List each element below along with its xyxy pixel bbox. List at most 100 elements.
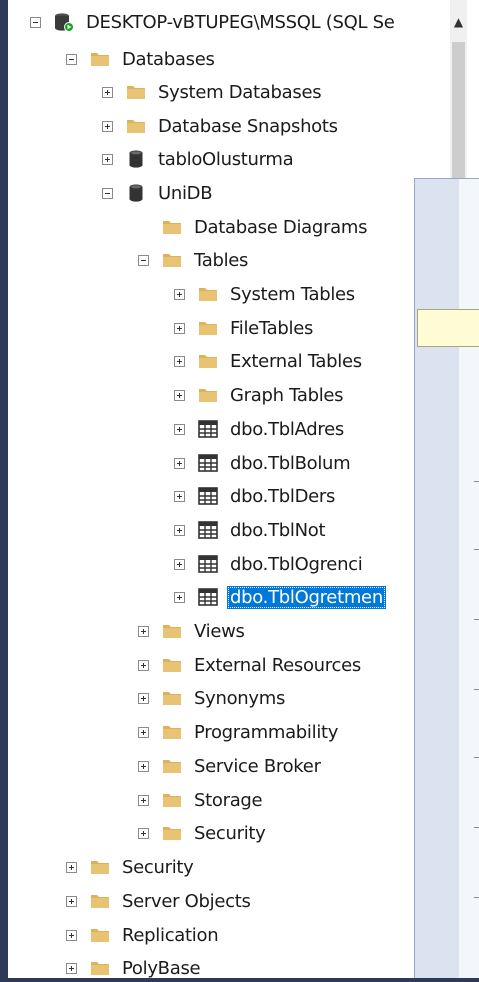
collapse-toggle[interactable] [66, 53, 77, 65]
tree-node-tablo-olusturma[interactable]: tabloOlusturma [102, 142, 296, 176]
expand-toggle[interactable] [174, 490, 185, 502]
tree-node-database-diagrams[interactable]: Database Diagrams [138, 210, 370, 244]
tree-node-file-tables[interactable]: FileTables [174, 311, 316, 345]
expand-toggle[interactable] [174, 355, 185, 367]
tree-node-tbl-ders[interactable]: dbo.TblDers [174, 479, 338, 513]
tree-node-polybase[interactable]: PolyBase [66, 951, 203, 978]
node-label: dbo.TblOgrenci [230, 553, 363, 575]
tree-node-storage[interactable]: Storage [138, 783, 265, 817]
expand-toggle[interactable] [138, 794, 149, 806]
node-label: Service Broker [194, 755, 321, 777]
tree-node-tbl-ogretmen[interactable]: dbo.TblOgretmen [174, 580, 386, 614]
tree-node-database-snapshots[interactable]: Database Snapshots [102, 109, 341, 143]
folder-icon [161, 790, 183, 810]
expand-toggle[interactable] [174, 423, 185, 435]
tree-node-views[interactable]: Views [138, 614, 248, 648]
collapse-toggle[interactable] [102, 187, 113, 199]
tree-node-graph-tables[interactable]: Graph Tables [174, 378, 346, 412]
node-label: Synonyms [194, 687, 286, 709]
expand-toggle[interactable] [138, 659, 149, 671]
node-label: Server Objects [122, 890, 251, 912]
ruler-tick [474, 481, 479, 482]
folder-icon [161, 823, 183, 843]
tree-node-tbl-adres[interactable]: dbo.TblAdres [174, 412, 347, 446]
scroll-up-arrow-icon[interactable]: ▲ [450, 12, 467, 32]
node-label: System Databases [158, 81, 322, 103]
expand-toggle[interactable] [174, 322, 185, 334]
folder-icon [161, 621, 183, 641]
tree-node-synonyms[interactable]: Synonyms [138, 681, 288, 715]
node-label: dbo.TblBolum [230, 452, 351, 474]
expand-toggle[interactable] [102, 86, 113, 98]
tree-node-server[interactable]: DESKTOP-vBTUPEG\MSSQL (SQL Se [30, 5, 398, 39]
tree-node-tables[interactable]: Tables [138, 243, 251, 277]
expand-toggle[interactable] [138, 692, 149, 704]
tree-node-external-resources[interactable]: External Resources [138, 648, 364, 682]
table-icon [197, 486, 219, 506]
node-label: dbo.TblNot [230, 519, 326, 541]
overlapping-document-panel [414, 178, 479, 979]
folder-icon [89, 49, 111, 69]
ruler-tick [474, 757, 479, 758]
collapse-toggle[interactable] [30, 16, 41, 28]
folder-icon [89, 857, 111, 877]
expand-toggle[interactable] [66, 962, 77, 974]
expand-toggle[interactable] [138, 726, 149, 738]
expand-toggle[interactable] [102, 153, 113, 165]
folder-icon [161, 250, 183, 270]
node-label: Tables [194, 249, 249, 271]
tree-node-external-tables[interactable]: External Tables [174, 344, 365, 378]
node-label: dbo.TblAdres [230, 418, 344, 440]
tree-node-db-security[interactable]: Security [138, 816, 269, 850]
collapse-toggle[interactable] [138, 254, 149, 266]
expand-toggle[interactable] [66, 929, 77, 941]
folder-icon [197, 351, 219, 371]
folder-icon [125, 82, 147, 102]
node-label: UniDB [158, 182, 213, 204]
object-explorer-tree[interactable]: DESKTOP-vBTUPEG\MSSQL (SQL Se Databases … [8, 0, 450, 978]
tree-node-unidb[interactable]: UniDB [102, 176, 215, 210]
folder-icon [197, 284, 219, 304]
tree-node-tbl-ogrenci[interactable]: dbo.TblOgrenci [174, 547, 365, 581]
expand-toggle[interactable] [102, 120, 113, 132]
node-label: Replication [122, 924, 219, 946]
ruler-tick [474, 827, 479, 828]
tree-node-tbl-not[interactable]: dbo.TblNot [174, 513, 328, 547]
folder-icon [197, 318, 219, 338]
node-label: Graph Tables [230, 384, 344, 406]
expand-toggle[interactable] [174, 591, 185, 603]
node-label: Security [194, 822, 266, 844]
tree-node-system-tables[interactable]: System Tables [174, 277, 358, 311]
node-label: tabloOlusturma [158, 148, 294, 170]
tree-node-security[interactable]: Security [66, 850, 197, 884]
expand-toggle[interactable] [174, 524, 185, 536]
database-icon [125, 183, 147, 203]
tree-node-databases[interactable]: Databases [66, 42, 218, 76]
expand-toggle[interactable] [138, 625, 149, 637]
expand-toggle[interactable] [138, 760, 149, 772]
tree-node-tbl-bolum[interactable]: dbo.TblBolum [174, 446, 353, 480]
window-frame-left [0, 0, 8, 982]
tree-node-service-broker[interactable]: Service Broker [138, 749, 324, 783]
expand-toggle[interactable] [174, 558, 185, 570]
expand-toggle[interactable] [174, 389, 185, 401]
folder-icon [89, 891, 111, 911]
tooltip-box [417, 309, 479, 347]
expand-toggle[interactable] [66, 861, 77, 873]
node-label: Database Diagrams [194, 216, 368, 238]
expand-toggle[interactable] [138, 827, 149, 839]
server-connected-icon [53, 12, 75, 32]
panel-margin-strip [415, 179, 459, 979]
tree-node-system-databases[interactable]: System Databases [102, 75, 324, 109]
node-label: External Resources [194, 654, 361, 676]
ruler-tick [474, 549, 479, 550]
node-label: Storage [194, 789, 263, 811]
tree-node-replication[interactable]: Replication [66, 918, 221, 952]
expand-toggle[interactable] [66, 895, 77, 907]
expand-toggle[interactable] [174, 457, 185, 469]
node-label: Security [122, 856, 194, 878]
tree-node-server-objects[interactable]: Server Objects [66, 884, 254, 918]
node-label: External Tables [230, 350, 362, 372]
tree-node-programmability[interactable]: Programmability [138, 715, 341, 749]
expand-toggle[interactable] [174, 288, 185, 300]
